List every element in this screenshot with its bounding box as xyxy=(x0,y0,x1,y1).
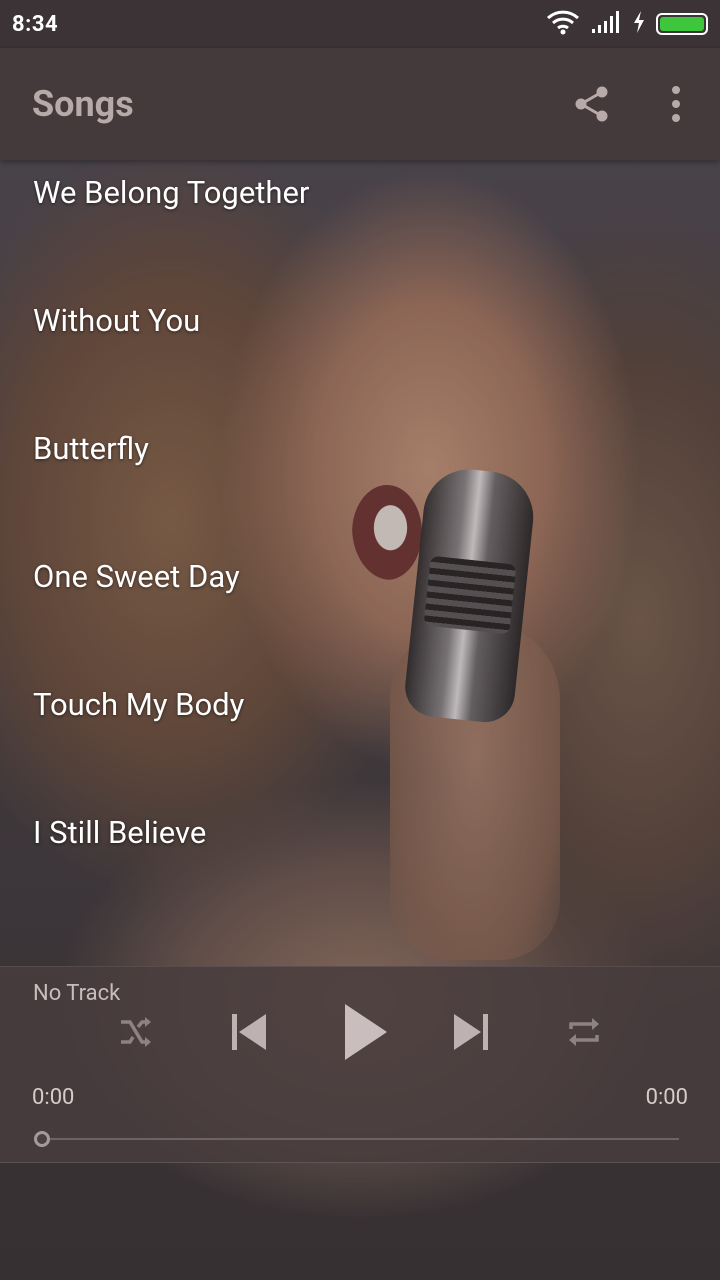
next-button[interactable] xyxy=(448,997,496,1067)
list-item[interactable]: One Sweet Day xyxy=(0,544,720,672)
app-bar-actions xyxy=(570,48,698,160)
status-icons xyxy=(546,9,708,39)
list-item[interactable]: Without You xyxy=(0,288,720,416)
more-vert-icon xyxy=(672,86,680,122)
song-list: We Belong Together Without You Butterfly… xyxy=(0,160,720,928)
player-panel: No Track 0:00 0:00 xyxy=(0,966,720,1163)
status-bar: 8:34 xyxy=(0,0,720,48)
seek-thumb[interactable] xyxy=(34,1131,50,1147)
song-title: One Sweet Day xyxy=(33,558,240,595)
song-title: I Still Believe xyxy=(33,814,207,851)
wifi-icon xyxy=(546,9,580,39)
page-title: Songs xyxy=(32,83,134,125)
share-button[interactable] xyxy=(570,82,614,126)
signal-icon xyxy=(590,10,622,38)
battery-level xyxy=(660,17,704,31)
seek-bar[interactable] xyxy=(34,1131,679,1147)
repeat-icon xyxy=(569,1018,599,1046)
elapsed-time: 0:00 xyxy=(32,1085,75,1110)
total-duration: 0:00 xyxy=(645,1085,688,1110)
more-options-button[interactable] xyxy=(654,82,698,126)
status-time: 8:34 xyxy=(12,11,59,37)
player-controls xyxy=(0,997,720,1067)
song-title: Touch My Body xyxy=(33,686,245,723)
song-title: Butterfly xyxy=(33,430,149,467)
share-icon xyxy=(575,86,608,122)
list-item[interactable]: We Belong Together xyxy=(0,160,720,288)
play-button[interactable] xyxy=(336,997,392,1067)
shuffle-button[interactable] xyxy=(112,997,160,1067)
play-icon xyxy=(345,1004,387,1060)
list-item[interactable]: I Still Believe xyxy=(0,800,720,928)
list-item[interactable]: Butterfly xyxy=(0,416,720,544)
list-item[interactable]: Touch My Body xyxy=(0,672,720,800)
app-bar: Songs xyxy=(0,48,720,160)
previous-icon xyxy=(232,1014,266,1050)
battery-icon xyxy=(656,13,708,35)
shuffle-icon xyxy=(121,1017,151,1047)
seek-track xyxy=(48,1138,679,1140)
charging-icon xyxy=(632,10,646,38)
song-title: Without You xyxy=(33,302,201,339)
previous-button[interactable] xyxy=(224,997,272,1067)
repeat-button[interactable] xyxy=(560,997,608,1067)
song-title: We Belong Together xyxy=(33,174,310,211)
next-icon xyxy=(454,1014,488,1050)
